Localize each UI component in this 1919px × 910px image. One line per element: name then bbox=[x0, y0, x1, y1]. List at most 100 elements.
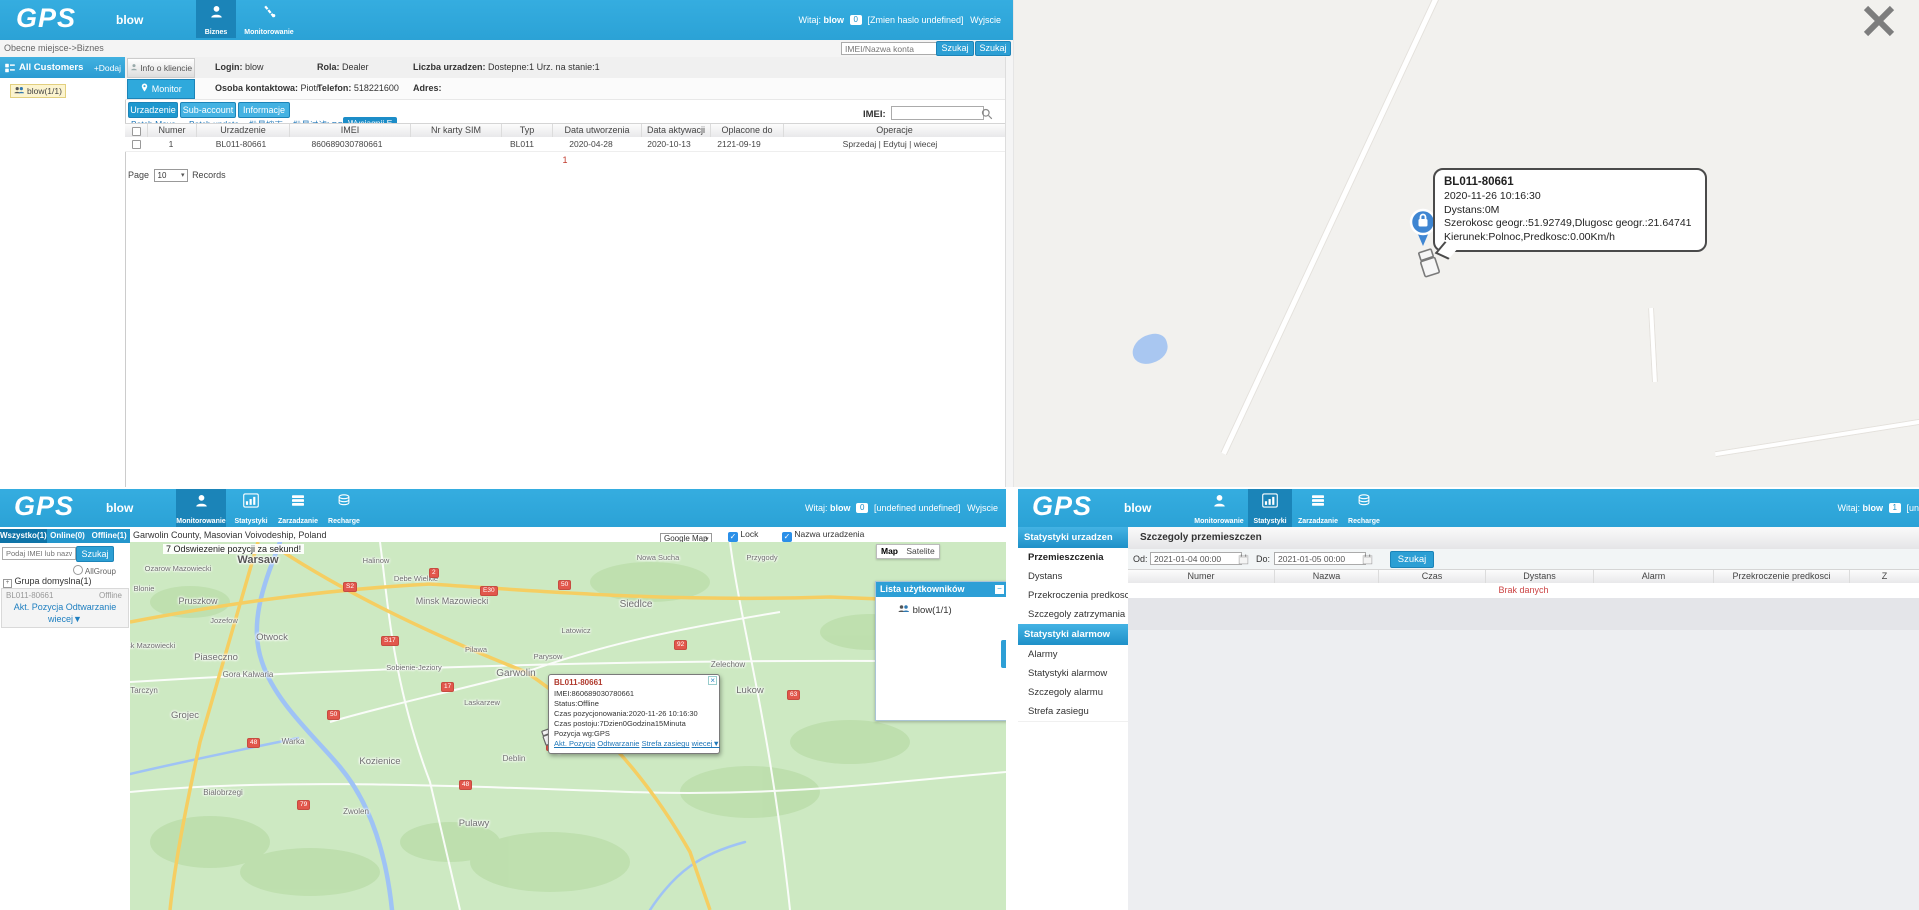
customer-tree-item[interactable]: blow(1/1) bbox=[10, 84, 66, 98]
filter-tab-all[interactable]: Wszystko(1) bbox=[0, 529, 47, 543]
close-icon[interactable] bbox=[1860, 4, 1898, 43]
cell-operations-links[interactable]: Sprzedaj | Edytuj | wiecej bbox=[775, 137, 1005, 151]
subtab-urzadzenie[interactable]: Urzadzenie bbox=[128, 102, 178, 118]
q3-welcome-text: Witaj: blow 0 [undefined undefined] Wyjs… bbox=[805, 503, 998, 513]
map-info-tooltip: BL011-80661 2020-11-26 10:16:30 Dystans:… bbox=[1433, 168, 1707, 252]
infowindow-link-position[interactable]: Akt. Pozycja bbox=[554, 739, 595, 748]
infowindow-link-geofence[interactable]: Strefa zasiegu bbox=[642, 739, 690, 748]
sidebar-item-przemieszczenia[interactable]: Przemieszczenia bbox=[1018, 548, 1137, 568]
user-list-header: Lista użytkowników − bbox=[876, 582, 1006, 597]
map-button[interactable]: Map bbox=[881, 546, 898, 556]
sidebar-section-device-stats[interactable]: Statystyki urzadzen bbox=[1018, 527, 1134, 548]
add-customer-button[interactable]: +Dodaj bbox=[94, 63, 121, 73]
tab-client-info[interactable]: Info o kliencie bbox=[127, 58, 195, 78]
tab-zarzadzanie[interactable]: Zarzadzanie bbox=[1296, 489, 1340, 527]
device-card-links[interactable]: Akt. Pozycja Odtwarzanie bbox=[2, 602, 128, 612]
gps-logo: GPS bbox=[1032, 491, 1092, 522]
col-nazwa: Nazwa bbox=[1275, 570, 1379, 584]
tab-zarzadzanie[interactable]: Zarzadzanie bbox=[276, 489, 320, 527]
col-data-utworzenia: Data utworzenia bbox=[553, 124, 642, 138]
logout-link[interactable]: Wyjscie bbox=[970, 15, 1001, 25]
map-town-label: Laskarzew bbox=[464, 698, 500, 707]
sidebar-item-zatrzymania[interactable]: Szczegoly zatrzymania bbox=[1018, 605, 1137, 625]
col-typ: Typ bbox=[502, 124, 553, 138]
col-urzadzenie: Urzadzenie bbox=[197, 124, 290, 138]
message-count-badge[interactable]: 0 bbox=[850, 15, 862, 25]
col-data-aktywacji: Data aktywacji bbox=[642, 124, 711, 138]
welcome-user: blow bbox=[824, 15, 845, 25]
sidebar-item-strefa-zasiegu[interactable]: Strefa zasiegu bbox=[1018, 702, 1137, 722]
sidebar-item-przekroczenia[interactable]: Przekroczenia predkosci bbox=[1018, 586, 1137, 606]
collapse-icon[interactable]: − bbox=[995, 585, 1004, 594]
tab-monitorowanie[interactable]: Monitorowanie bbox=[1194, 489, 1244, 527]
device-card[interactable]: BL011-80661 Offline Akt. Pozycja Odtwarz… bbox=[1, 588, 129, 628]
stats-search-button[interactable]: Szukaj bbox=[1390, 551, 1434, 568]
message-count-badge[interactable]: 0 bbox=[856, 503, 868, 513]
select-all-checkbox[interactable] bbox=[125, 124, 148, 138]
device-card-more-link[interactable]: wiecej▼ bbox=[2, 614, 128, 624]
calendar-icon[interactable] bbox=[1238, 552, 1249, 570]
page-size-select[interactable]: 10▾ bbox=[154, 169, 188, 182]
tab-monitorowanie[interactable]: Monitorowanie bbox=[240, 0, 298, 38]
change-password-link[interactable]: [Zmien haslo undefined] bbox=[868, 15, 964, 25]
chart-icon bbox=[1248, 493, 1292, 513]
filter-tab-online[interactable]: Online(0) bbox=[47, 529, 89, 543]
row-checkbox[interactable] bbox=[125, 137, 147, 151]
infowindow-close-icon[interactable]: × bbox=[708, 676, 717, 685]
device-table-row[interactable]: 1 BL011-80661 860689030780661 BL011 2020… bbox=[125, 137, 1005, 152]
tab-recharge[interactable]: Recharge bbox=[324, 489, 364, 527]
q3-sidebar: Wszystko(1) Online(0) Offline(1) Szukaj … bbox=[0, 527, 131, 910]
search-client-button[interactable]: Szukaj kli bbox=[975, 41, 1011, 56]
satellite-button[interactable]: Satelite bbox=[906, 546, 934, 556]
welcome-prefix: Witaj: bbox=[799, 15, 822, 25]
logout-link[interactable]: Wyjscie bbox=[967, 503, 998, 513]
sidebar-item-dystans[interactable]: Dystans bbox=[1018, 567, 1137, 587]
refresh-countdown-notice: 7 Odswiezenie pozycji za sekund! bbox=[163, 544, 304, 554]
tab-biznes[interactable]: Biznes bbox=[196, 0, 236, 38]
map-town-label: Pruszkow bbox=[178, 596, 217, 606]
group-tree-node[interactable]: + Grupa domyslna(1) bbox=[3, 576, 92, 588]
allgroup-option[interactable]: AllGroup bbox=[73, 565, 116, 576]
infowindow-link-playback[interactable]: Odtwarzanie bbox=[597, 739, 639, 748]
account-search-input[interactable] bbox=[841, 42, 939, 55]
lock-checkbox[interactable]: ✓ Lock bbox=[728, 529, 758, 542]
subtab-sub-account[interactable]: Sub-account bbox=[180, 102, 236, 118]
map-town-label: Warsaw bbox=[237, 554, 278, 566]
device-name-checkbox[interactable]: ✓ Nazwa urzadzenia bbox=[782, 529, 864, 542]
map-town-label: Nowa Sucha bbox=[637, 553, 680, 562]
col-czas: Czas bbox=[1379, 570, 1486, 584]
user-list-item[interactable]: blow(1/1) bbox=[898, 604, 952, 616]
welcome-mid-links[interactable]: [undefined undefined] bbox=[874, 503, 961, 513]
sidebar-item-alarmy[interactable]: Alarmy bbox=[1018, 645, 1137, 665]
infowindow-link-more[interactable]: wiecej▼ bbox=[692, 739, 720, 748]
tree-expand-icon[interactable]: + bbox=[3, 579, 12, 588]
device-search-button[interactable]: Szukaj bbox=[76, 546, 114, 562]
all-customers-header[interactable]: All Customers +Dodaj bbox=[0, 57, 125, 78]
cell-typ: BL011 bbox=[497, 137, 547, 151]
imei-search-input[interactable] bbox=[891, 106, 984, 120]
tab-monitor[interactable]: Monitor bbox=[127, 79, 195, 99]
message-count-badge[interactable]: 1 bbox=[1889, 503, 1901, 513]
calendar-icon[interactable] bbox=[1362, 552, 1373, 570]
sidebar-item-statystyki-alarmow[interactable]: Statystyki alarmow bbox=[1018, 664, 1137, 684]
sidebar-item-szczegoly-alarmu[interactable]: Szczegoly alarmu bbox=[1018, 683, 1137, 703]
pagination-current-page[interactable]: 1 bbox=[125, 155, 1005, 165]
device-search-input[interactable] bbox=[2, 547, 76, 560]
tab-biznes-label: Biznes bbox=[196, 29, 236, 36]
q3-header-username: blow bbox=[106, 501, 133, 515]
date-from-input[interactable] bbox=[1150, 552, 1242, 565]
sidebar-section-alarm-stats[interactable]: Statystyki alarmow bbox=[1018, 624, 1134, 645]
date-to-input[interactable] bbox=[1274, 552, 1366, 565]
google-map[interactable]: Warsaw Ozarow Mazowiecki Blonie Pruszkow… bbox=[130, 542, 1006, 910]
panel-collapse-handle[interactable] bbox=[1001, 640, 1006, 668]
subtab-informacje[interactable]: Informacje bbox=[238, 102, 290, 118]
filter-tab-offline[interactable]: Offline(1) bbox=[88, 529, 130, 543]
search-device-button[interactable]: Szukaj urz bbox=[936, 41, 974, 56]
login-value: blow bbox=[245, 62, 264, 72]
tab-monitorowanie[interactable]: Monitorowanie bbox=[176, 489, 226, 527]
page-label: Page bbox=[128, 170, 149, 180]
tab-statystyki[interactable]: Statystyki bbox=[1248, 489, 1292, 527]
q1-sidebar: All Customers +Dodaj blow(1/1) bbox=[0, 57, 126, 487]
tab-recharge[interactable]: Recharge bbox=[1344, 489, 1384, 527]
tab-statystyki[interactable]: Statystyki bbox=[230, 489, 272, 527]
